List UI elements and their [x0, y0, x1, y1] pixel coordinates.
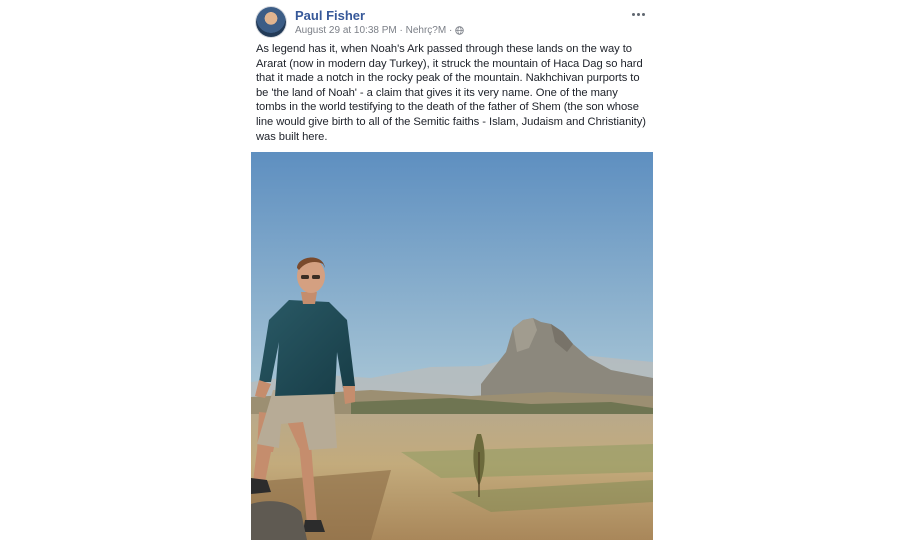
- post-body-text: As legend has it, when Noah's Ark passed…: [256, 43, 646, 143]
- facebook-post: Paul Fisher August 29 at 10:38 PM · Nehr…: [251, 0, 653, 540]
- author-avatar[interactable]: [256, 7, 286, 37]
- author-name-link[interactable]: Paul Fisher: [295, 8, 365, 23]
- post-photo[interactable]: [251, 152, 653, 540]
- landscape-photo: [251, 152, 653, 540]
- post-meta: August 29 at 10:38 PM · Nehrç?M ·: [295, 25, 465, 36]
- post-header: Paul Fisher August 29 at 10:38 PM · Nehr…: [251, 4, 653, 40]
- globe-icon: [455, 26, 465, 35]
- more-options-icon[interactable]: [629, 7, 647, 21]
- post-timestamp[interactable]: August 29 at 10:38 PM · Nehrç?M ·: [295, 25, 452, 36]
